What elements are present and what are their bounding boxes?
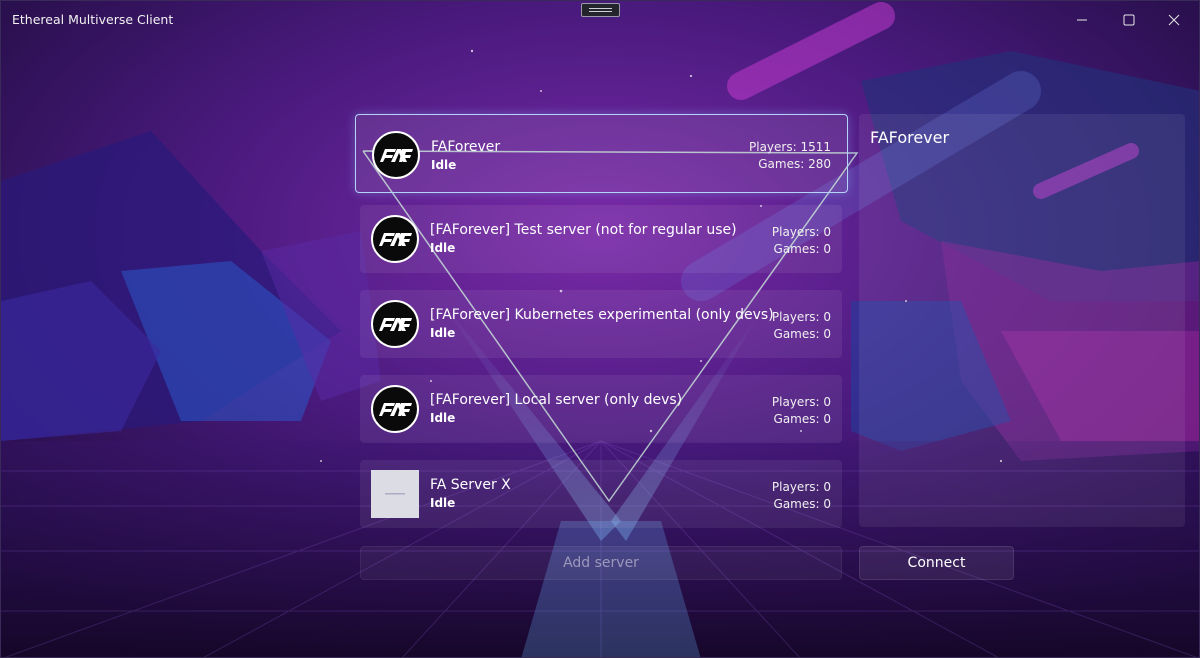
players-count: Players: 0 [771, 310, 831, 324]
add-server-button[interactable]: Add server [360, 546, 842, 580]
games-count: Games: 0 [773, 327, 831, 341]
games-count: Games: 0 [773, 412, 831, 426]
server-stats: Players: 1511 Games: 280 [749, 139, 831, 173]
server-name: [FAForever] Local server (only devs) [430, 392, 683, 408]
placeholder-image-icon [371, 470, 419, 518]
close-icon [1168, 14, 1180, 26]
connect-button[interactable]: Connect [859, 546, 1014, 580]
server-name: FA Server X [430, 477, 511, 493]
server-item-fa-server-x[interactable]: FA Server X Idle Players: 0 Games: 0 [360, 460, 842, 528]
players-count: Players: 0 [771, 395, 831, 409]
faf-logo-icon [371, 300, 419, 348]
players-count: Players: 1511 [749, 140, 831, 154]
server-item-kubernetes[interactable]: [FAForever] Kubernetes experimental (onl… [360, 290, 842, 358]
faf-logo-icon [371, 215, 419, 263]
server-stats: Players: 0 Games: 0 [772, 479, 831, 513]
faf-logo-icon [372, 131, 420, 179]
server-status: Idle [430, 411, 456, 425]
server-status: Idle [430, 326, 456, 340]
server-stats: Players: 0 Games: 0 [772, 394, 831, 428]
close-button[interactable] [1151, 1, 1197, 39]
app-window: Ethereal Multiverse Client FAForever Idl… [0, 0, 1200, 658]
players-count: Players: 0 [771, 225, 831, 239]
server-status: Idle [430, 496, 456, 510]
server-item-test[interactable]: [FAForever] Test server (not for regular… [360, 205, 842, 273]
server-stats: Players: 0 Games: 0 [772, 224, 831, 258]
server-name: [FAForever] Test server (not for regular… [430, 222, 737, 238]
server-status: Idle [430, 241, 456, 255]
server-stats: Players: 0 Games: 0 [772, 309, 831, 343]
maximize-button[interactable] [1106, 1, 1152, 39]
games-count: Games: 0 [773, 497, 831, 511]
server-item-faforever[interactable]: FAForever Idle Players: 1511 Games: 280 [355, 114, 848, 193]
players-count: Players: 0 [771, 480, 831, 494]
maximize-icon [1123, 14, 1135, 26]
title-bar[interactable]: Ethereal Multiverse Client [1, 1, 1199, 39]
detail-title: FAForever [870, 128, 950, 147]
server-item-local[interactable]: [FAForever] Local server (only devs) Idl… [360, 375, 842, 443]
faf-logo-icon [371, 385, 419, 433]
minimize-button[interactable] [1059, 1, 1105, 39]
games-count: Games: 280 [758, 157, 831, 171]
server-status: Idle [431, 158, 457, 172]
minimize-icon [1077, 19, 1087, 21]
server-detail-panel: FAForever [859, 114, 1185, 527]
window-title: Ethereal Multiverse Client [12, 12, 174, 27]
server-name: [FAForever] Kubernetes experimental (onl… [430, 307, 774, 323]
server-name: FAForever [431, 139, 501, 155]
drag-handle-icon[interactable] [581, 3, 620, 17]
games-count: Games: 0 [773, 242, 831, 256]
